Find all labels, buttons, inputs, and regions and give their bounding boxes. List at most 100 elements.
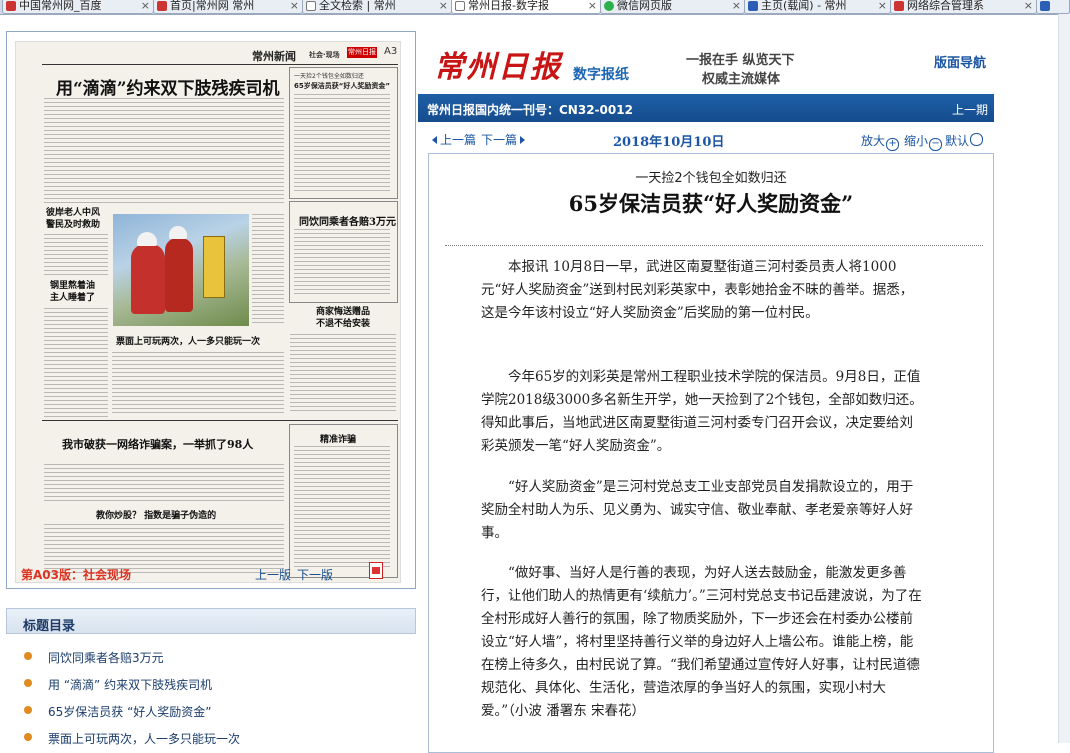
preview-story-headline[interactable]: 商家悔送赠品 不退不给安装: [316, 306, 370, 330]
prev-issue-link[interactable]: 上一期: [952, 101, 988, 118]
preview-text-block: [44, 234, 108, 278]
preview-subhead: 65岁保洁员获“好人奖励资金”: [294, 82, 390, 90]
article-paragraph: 本报讯 10月8日一早，武进区南夏墅街道三河村委员责人将1000元“好人奖励资金…: [481, 259, 914, 321]
zoom-in-button[interactable]: 放大 +: [861, 132, 900, 151]
minus-icon: −: [929, 138, 943, 151]
prev-page-link[interactable]: 上一版: [255, 566, 291, 583]
article-paragraph: 今年65岁的刘彩英是常州工程职业技术学院的保洁员。9月8日，正值学院2018级3…: [481, 369, 923, 454]
page-icon: [455, 1, 465, 11]
preview-side-headline[interactable]: 钢里熬着油 主人睡着了: [50, 280, 95, 304]
preview-text-block: [252, 214, 284, 326]
logo-subtitle: 数字报纸: [573, 67, 629, 83]
preview-text-block: [294, 446, 390, 570]
circle-icon: [970, 133, 984, 146]
preview-story-headline[interactable]: 教你炒股？ 指数是骗子伪造的: [96, 508, 216, 521]
tab-label: 常州日报-数字报: [468, 0, 549, 12]
divider: [42, 64, 398, 65]
pdf-icon[interactable]: [369, 562, 383, 579]
favicon-icon: [6, 1, 16, 11]
article-pretitle: 一天捡2个钱包全如数归还: [635, 171, 787, 186]
page-thumbnail[interactable]: 常州新闻 社会·现场 常州日报 A3 用“滴滴”约来双下肢残疾司机 一天捡2个钱…: [15, 41, 401, 583]
zoom-default-label: 默认: [945, 134, 970, 148]
tab-label: 主页(载闻) - 常州: [761, 0, 847, 12]
preview-headline[interactable]: 用“滴滴”约来双下肢残疾司机: [56, 74, 280, 99]
cn-number: 常州日报国内统一刊号：CN32-0012: [427, 103, 633, 117]
slogan-line: 权威主流媒体: [702, 72, 781, 87]
preview-text-block: [294, 229, 390, 295]
toc-item-label: 票面上可玩两次，人一多只能玩一次: [48, 732, 241, 746]
preview-text-block: [290, 334, 396, 414]
toc-item-label: 用 “滴滴” 约来双下肢残疾司机: [48, 678, 213, 692]
tab-label: 首页|常州网 常州: [170, 0, 255, 12]
layout-nav-link[interactable]: 版面导航: [934, 52, 986, 71]
masthead-section: 社会·现场: [309, 51, 340, 59]
close-icon[interactable]: ×: [878, 0, 887, 12]
divider: [445, 245, 983, 246]
preview-text-block: [44, 464, 284, 504]
zoom-out-button[interactable]: 缩小 −: [904, 132, 943, 151]
browser-tab[interactable]: 主页(载闻) - 常州 ×: [744, 0, 891, 14]
toc-header: 标题目录: [6, 608, 416, 634]
divider: [42, 420, 398, 421]
page-preview-panel: 常州新闻 社会·现场 常州日报 A3 用“滴滴”约来双下肢残疾司机 一天捡2个钱…: [6, 31, 416, 589]
tab-label: 中国常州网_百度: [19, 0, 102, 12]
zoom-in-label: 放大: [861, 134, 886, 148]
preview-story-headline[interactable]: 同饮同乘者各赔3万元: [299, 213, 396, 228]
browser-tab[interactable]: 全文检索 | 常州 ×: [302, 0, 452, 14]
preview-story-headline[interactable]: 精准诈骗: [320, 432, 356, 445]
close-icon[interactable]: ×: [141, 0, 150, 12]
article-nav: 上一篇 下一篇 2018年10月10日 放大 + 缩小 − 默认: [418, 122, 994, 152]
issue-bar: 常州日报国内统一刊号：CN32-0012 上一期: [418, 94, 994, 122]
tab-label: 微信网页版: [617, 0, 672, 12]
arrow-right-icon: [520, 136, 526, 144]
preview-text-block: [44, 308, 108, 418]
close-icon[interactable]: ×: [732, 0, 741, 12]
preview-photo: [113, 214, 249, 326]
next-article-label: 下一篇: [481, 133, 518, 147]
slogan-line: 一报在手 纵览天下: [686, 53, 795, 68]
preview-text-block: [44, 98, 284, 204]
preview-story-headline[interactable]: 票面上可玩两次，人一多只能玩一次: [116, 334, 260, 347]
article-paragraph: “做好事、当好人是行善的表现，为好人送去鼓励金，能激发更多善行，让他们助人的热情…: [481, 565, 922, 719]
tab-label: 全文检索 | 常州: [319, 0, 396, 12]
browser-tab[interactable]: [1036, 0, 1070, 14]
close-icon[interactable]: ×: [1024, 0, 1033, 12]
favicon-icon: [894, 1, 904, 11]
page-label: 第A03版：社会现场: [21, 568, 131, 582]
toc-item-label: 同饮同乘者各赔3万元: [48, 651, 164, 665]
preview-subhead: 一天捡2个钱包全如数归还: [294, 73, 364, 80]
next-page-link[interactable]: 下一版: [297, 566, 333, 583]
close-icon[interactable]: ×: [439, 0, 448, 12]
page-icon: [306, 1, 316, 11]
browser-tab[interactable]: 中国常州网_百度 ×: [2, 0, 154, 14]
tab-label: 网络综合管理系: [907, 0, 984, 12]
bullet-icon: [24, 679, 32, 687]
preview-side-headline[interactable]: 彼岸老人中风 警民及时救助: [46, 207, 100, 231]
browser-tab-active[interactable]: 常州日报-数字报 ×: [451, 0, 601, 14]
bullet-icon: [24, 706, 32, 714]
site-logo[interactable]: 常州日报: [434, 42, 562, 86]
preview-text-block: [294, 94, 390, 192]
preview-text-block: [112, 352, 284, 416]
scrollbar[interactable]: [1058, 14, 1070, 743]
preview-story-headline[interactable]: 我市破获一网络诈骗案，一举抓了98人: [62, 436, 253, 452]
browser-tab[interactable]: 微信网页版 ×: [600, 0, 745, 14]
masthead-name: 常州新闻: [252, 50, 296, 63]
arrow-left-icon: [432, 136, 437, 144]
wechat-icon: [604, 1, 614, 11]
prev-article-link[interactable]: 上一篇: [432, 131, 476, 148]
browser-tab[interactable]: 首页|常州网 常州 ×: [153, 0, 303, 14]
prev-article-label: 上一篇: [440, 133, 477, 147]
toc-title: 标题目录: [23, 619, 76, 634]
next-article-link[interactable]: 下一篇: [481, 131, 526, 148]
close-icon[interactable]: ×: [290, 0, 299, 12]
close-icon[interactable]: ×: [588, 0, 597, 12]
favicon-icon: [157, 1, 167, 11]
browser-tab[interactable]: 网络综合管理系 ×: [890, 0, 1037, 14]
favicon-icon: [748, 1, 758, 11]
browser-tab-bar: 中国常州网_百度 × 首页|常州网 常州 × 全文检索 | 常州 × 常州日报-数字报…: [0, 0, 1070, 15]
issue-date: 2018年10月10日: [613, 135, 725, 150]
bullet-icon: [24, 733, 32, 741]
zoom-default-button[interactable]: 默认: [945, 132, 984, 149]
article-title: 65岁保洁员获“好人奖励资金”: [568, 191, 854, 216]
